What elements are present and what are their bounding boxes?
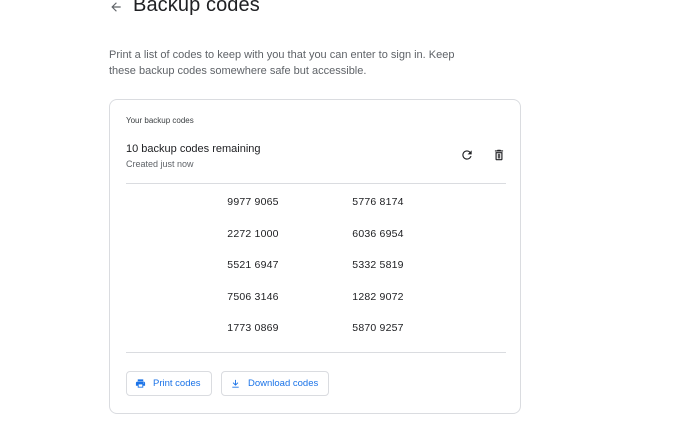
page-description: Print a list of codes to keep with you t… — [109, 49, 455, 77]
backup-code: 2272 1000 — [227, 227, 279, 240]
backup-code: 5870 9257 — [352, 322, 404, 335]
code-row: 1773 0869 5870 9257 — [126, 322, 506, 354]
print-codes-button[interactable]: Print codes — [126, 371, 212, 396]
code-row: 9977 9065 5776 8174 — [126, 196, 506, 228]
backup-code: 1773 0869 — [227, 322, 279, 335]
delete-codes-button[interactable] — [489, 145, 509, 165]
divider-top — [126, 183, 506, 184]
backup-code: 1282 9072 — [352, 290, 404, 303]
code-row: 5521 6947 5332 5819 — [126, 259, 506, 291]
section-label: Your backup codes — [126, 116, 194, 125]
backup-code: 5776 8174 — [352, 196, 404, 208]
backup-code: 5332 5819 — [352, 259, 404, 272]
trash-icon — [494, 149, 504, 161]
codes-grid: 9977 9065 5776 8174 2272 1000 6036 6954 … — [126, 196, 506, 354]
divider-bottom — [126, 352, 506, 353]
refresh-codes-button[interactable] — [457, 145, 477, 165]
refresh-icon — [462, 150, 472, 160]
backup-code: 6036 6954 — [352, 227, 404, 240]
download-codes-label: Download codes — [248, 378, 319, 389]
download-icon — [232, 379, 239, 388]
created-time: Created just now — [126, 159, 194, 169]
backup-code: 7506 3146 — [227, 290, 279, 303]
download-codes-button[interactable]: Download codes — [221, 371, 330, 396]
printer-icon — [135, 379, 146, 388]
page-title: Backup codes — [133, 0, 260, 16]
print-codes-label: Print codes — [153, 378, 201, 389]
code-row: 7506 3146 1282 9072 — [126, 291, 506, 323]
back-button[interactable] — [107, 0, 125, 16]
arrow-back-icon — [111, 2, 121, 12]
backup-code: 5521 6947 — [227, 259, 279, 272]
code-row: 2272 1000 6036 6954 — [126, 228, 506, 260]
codes-remaining: 10 backup codes remaining — [126, 143, 261, 155]
backup-codes-card: Your backup codes 10 backup codes remain… — [109, 99, 521, 414]
backup-code: 9977 9065 — [227, 196, 279, 208]
